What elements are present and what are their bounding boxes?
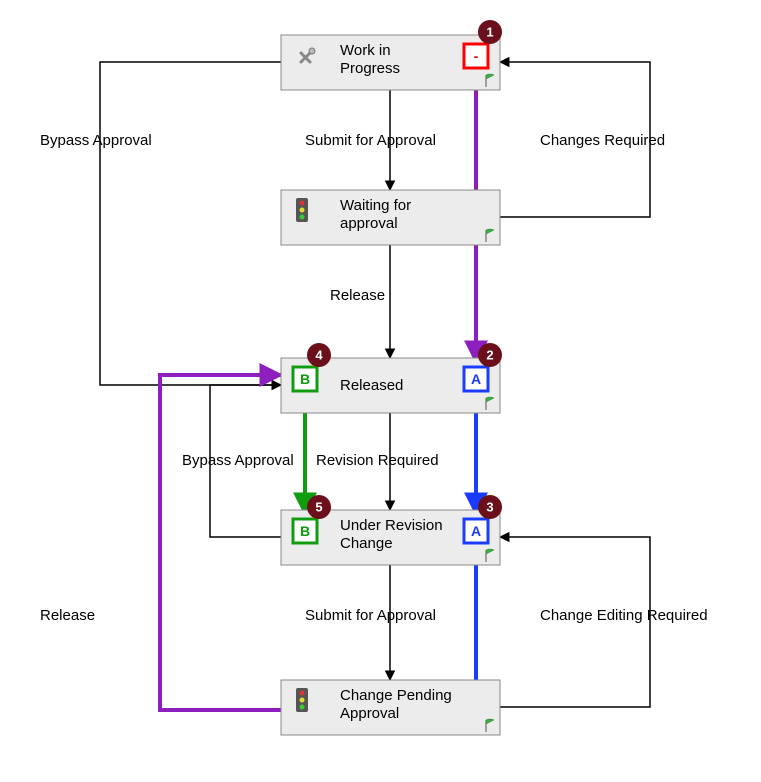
badge-2: 2 — [478, 343, 502, 367]
edge-label-submit2: Submit for Approval — [305, 607, 436, 624]
node-under-revision-change: Under Revision Change B 5 A 3 — [281, 495, 502, 565]
svg-text:-: - — [474, 48, 479, 64]
revbox-released-A: A — [464, 367, 488, 391]
edge-label-submit1: Submit for Approval — [305, 132, 436, 149]
badge-4: 4 — [307, 343, 331, 367]
edge-label-revreq: Revision Required — [316, 452, 439, 469]
label-released-1: Released — [340, 377, 403, 394]
badge-1: 1 — [478, 20, 502, 44]
revbox-under-B: B — [293, 519, 317, 543]
badge-5: 5 — [307, 495, 331, 519]
edge-label-changes: Changes Required — [540, 132, 665, 149]
edge-label-release2: Release — [40, 607, 95, 624]
node-work-in-progress: Work in Progress - 1 — [281, 20, 502, 90]
svg-text:4: 4 — [315, 348, 323, 363]
svg-text:3: 3 — [486, 500, 493, 515]
label-wip-1: Work in — [340, 42, 391, 59]
svg-text:2: 2 — [486, 348, 493, 363]
edge-label-bypass1: Bypass Approval — [40, 132, 152, 149]
badge-3: 3 — [478, 495, 502, 519]
svg-text:B: B — [300, 523, 310, 539]
label-wip-2: Progress — [340, 60, 400, 77]
label-waiting-1: Waiting for — [340, 197, 411, 214]
revbox-wip-dash: - — [464, 44, 488, 68]
workflow-diagram: Submit for Approval Release Revision Req… — [0, 0, 761, 782]
label-under-1: Under Revision — [340, 517, 443, 534]
edge-bypass-approval-1 — [100, 62, 281, 385]
edge-label-editreq: Change Editing Required — [540, 607, 708, 624]
svg-text:5: 5 — [315, 500, 322, 515]
label-waiting-2: approval — [340, 215, 398, 232]
label-under-2: Change — [340, 535, 393, 552]
node-change-pending-approval: Change Pending Approval — [281, 680, 500, 735]
traffic-light-icon — [296, 198, 308, 222]
revbox-released-B: B — [293, 367, 317, 391]
svg-text:B: B — [300, 371, 310, 387]
svg-text:A: A — [471, 523, 481, 539]
revbox-under-A: A — [464, 519, 488, 543]
svg-text:1: 1 — [486, 25, 493, 40]
node-released: Released B 4 A 2 — [281, 343, 502, 413]
traffic-light-icon — [296, 688, 308, 712]
edge-label-release1: Release — [330, 287, 385, 304]
label-pending-2: Approval — [340, 705, 399, 722]
edge-label-bypass2: Bypass Approval — [182, 452, 294, 469]
svg-text:A: A — [471, 371, 481, 387]
label-pending-1: Change Pending — [340, 687, 452, 704]
node-waiting-for-approval: Waiting for approval — [281, 190, 500, 245]
